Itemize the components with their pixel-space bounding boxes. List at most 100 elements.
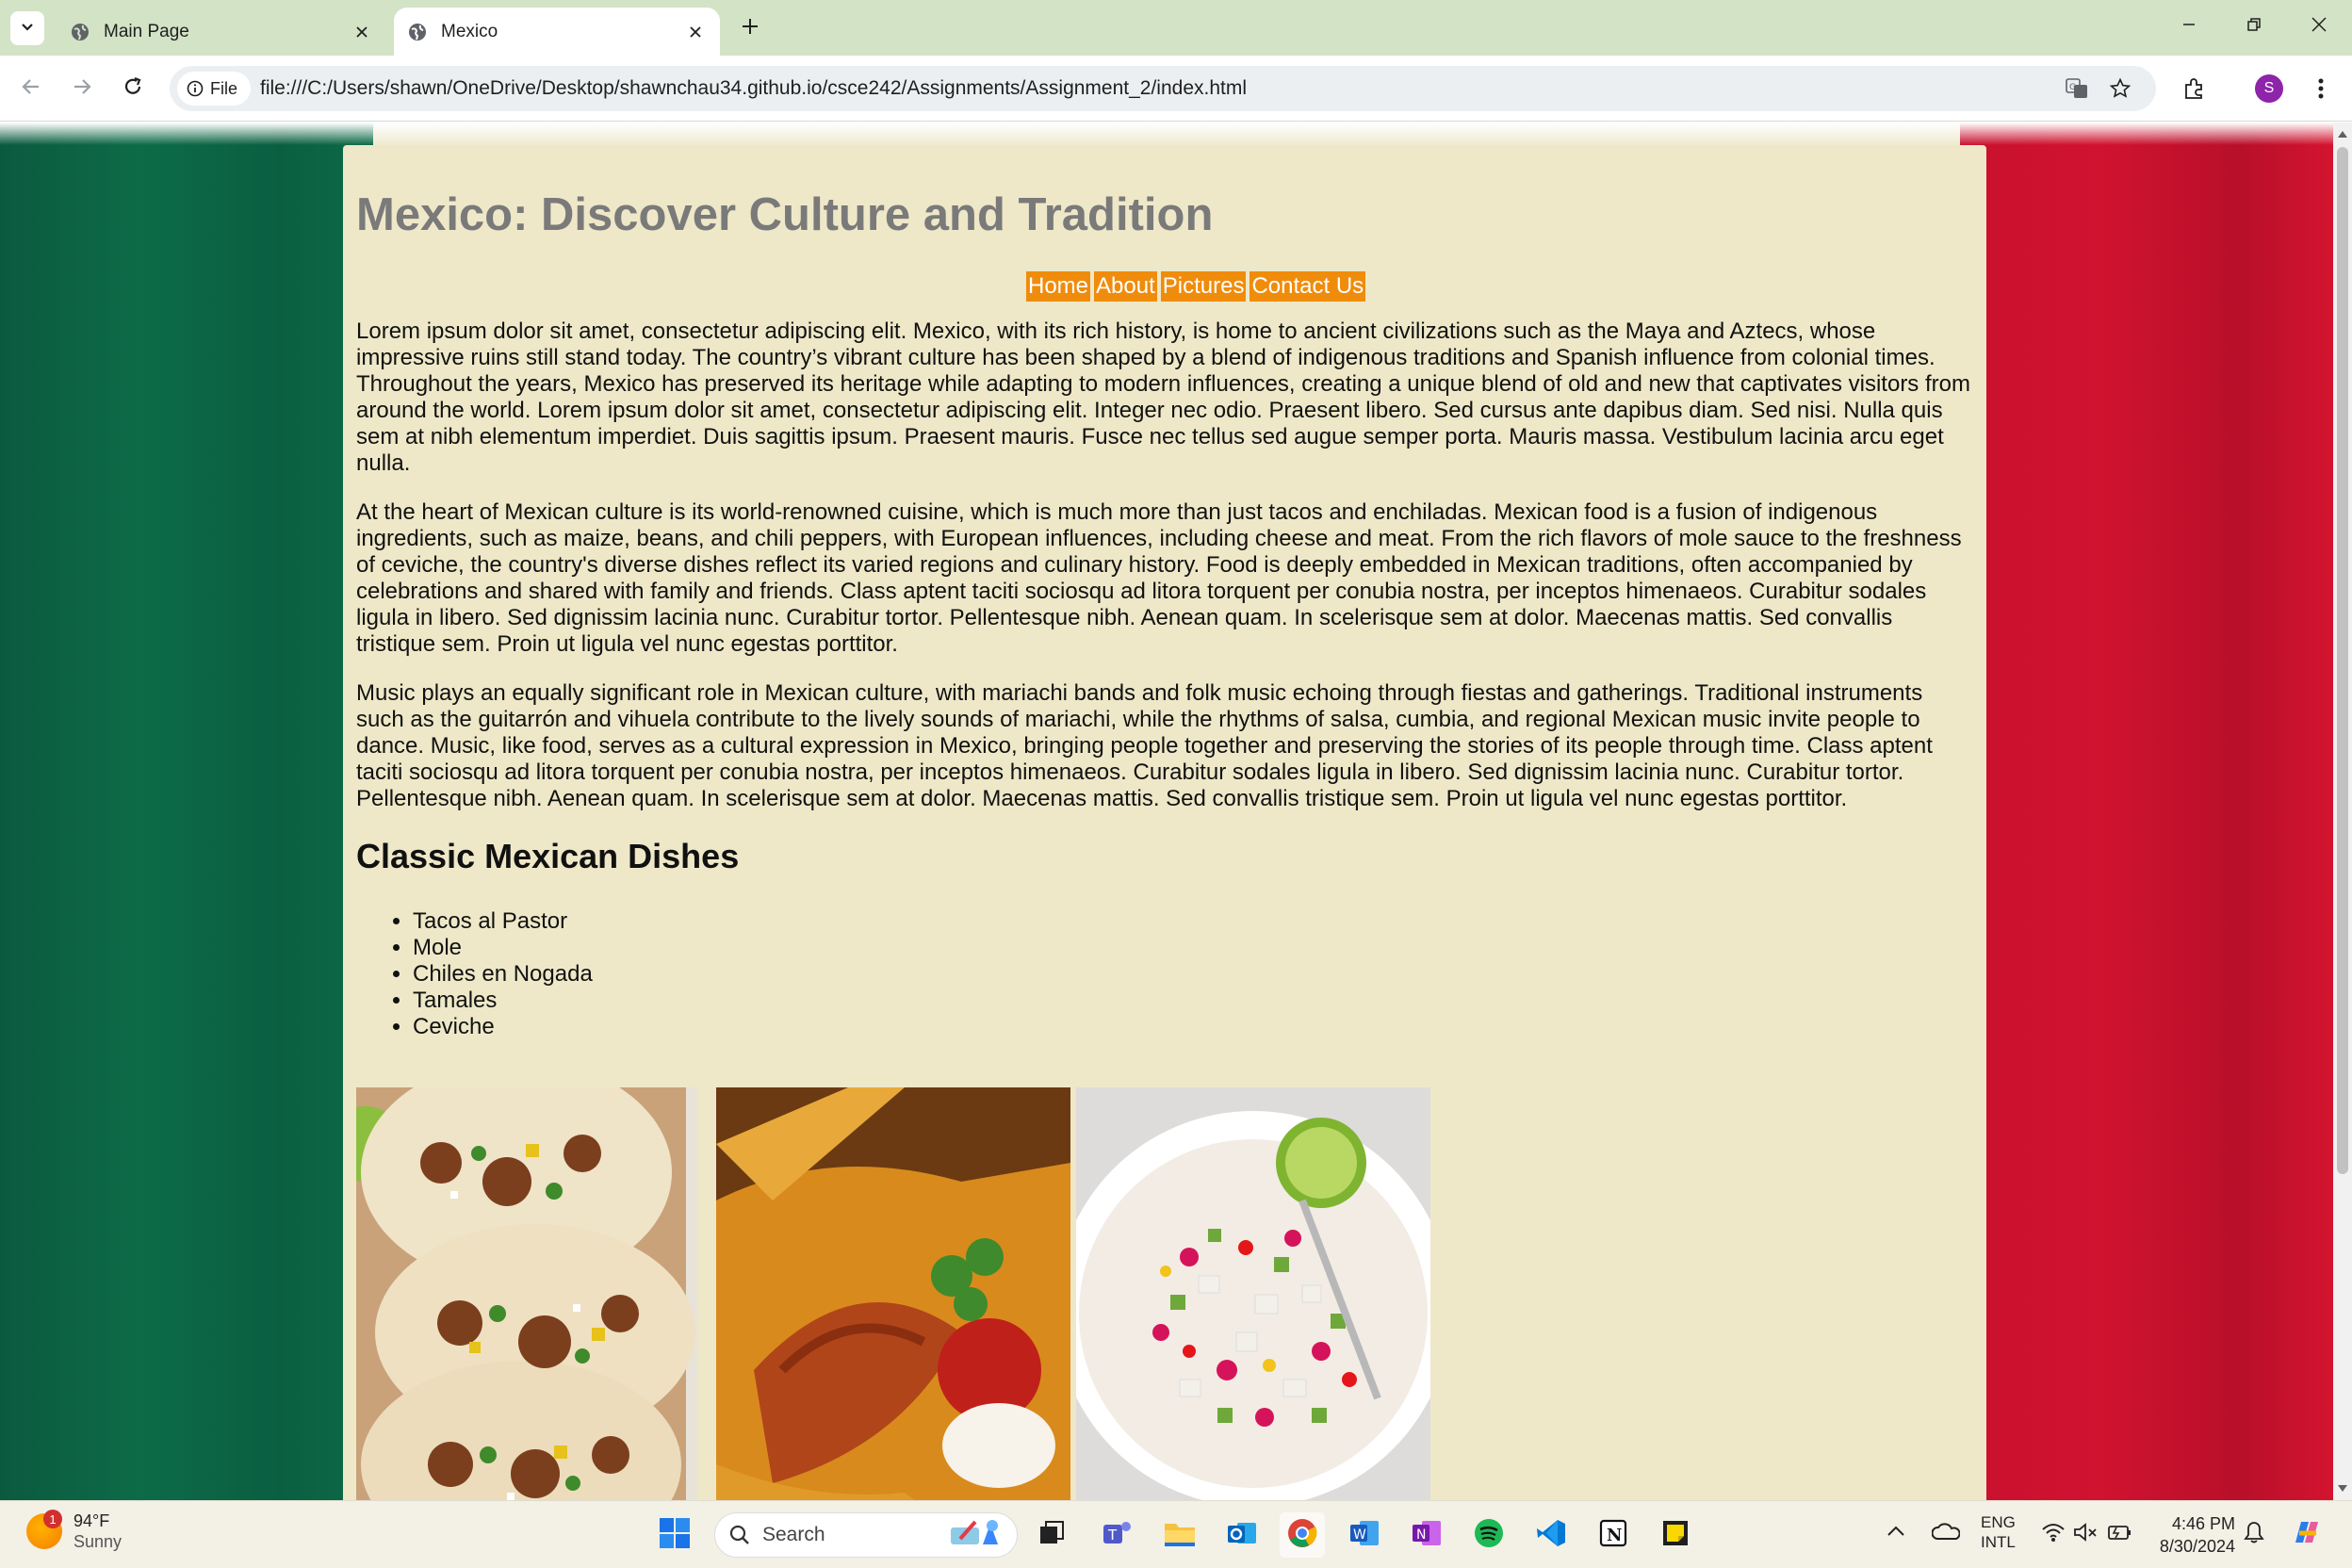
volume-muted-icon[interactable] <box>2073 1522 2098 1547</box>
reload-icon <box>122 76 143 102</box>
notion-icon: N <box>1598 1518 1628 1553</box>
dishes-heading: Classic Mexican Dishes <box>356 837 740 875</box>
translate-icon[interactable]: G <box>2062 74 2092 104</box>
dishes-list: Tacos al Pastor Mole Chiles en Nogada Ta… <box>413 908 593 1040</box>
nav-home-link[interactable]: Home <box>1026 271 1091 302</box>
star-icon[interactable] <box>2105 74 2135 104</box>
nav-about-link[interactable]: About <box>1094 271 1157 302</box>
profile-avatar[interactable]: S <box>2255 74 2283 103</box>
globe-icon <box>407 22 428 42</box>
more-menu-icon[interactable] <box>2304 72 2338 106</box>
weather-temp: 94°F <box>74 1511 110 1530</box>
sun-icon: 1 <box>26 1510 62 1549</box>
lang-top: ENG <box>1981 1513 2016 1531</box>
minimize-icon <box>2181 17 2197 37</box>
url-text: file:///C:/Users/shawn/OneDrive/Desktop/… <box>260 77 1248 99</box>
language-indicator[interactable]: ENG INTL <box>1981 1512 2016 1552</box>
sticky-notes-icon <box>1660 1518 1690 1553</box>
folder-icon <box>1163 1518 1197 1553</box>
clock-date: 8/30/2024 <box>2159 1537 2235 1556</box>
back-button[interactable] <box>13 71 49 106</box>
tab-title: Main Page <box>104 21 189 41</box>
wifi-icon[interactable] <box>2041 1522 2066 1547</box>
close-icon <box>2311 16 2328 38</box>
scroll-thumb[interactable] <box>2337 147 2348 1174</box>
vscode-app[interactable] <box>1528 1512 1574 1558</box>
chevron-up-icon <box>1887 1526 1904 1536</box>
chrome-app[interactable] <box>1280 1512 1325 1558</box>
weather-desc: Sunny <box>74 1532 122 1551</box>
svg-text:T: T <box>1107 1527 1118 1544</box>
minimize-button[interactable] <box>2170 9 2208 43</box>
svg-text:G: G <box>2069 83 2076 92</box>
onedrive-icon[interactable] <box>1931 1522 1961 1545</box>
ceviche-photo <box>1076 1087 1430 1500</box>
list-item: Ceviche <box>413 1014 593 1040</box>
copilot-icon[interactable] <box>2288 1514 2326 1557</box>
taskbar-search[interactable]: Search <box>714 1512 1018 1558</box>
task-view-button[interactable] <box>1029 1512 1074 1558</box>
music-paragraph: Music plays an equally significant role … <box>356 680 1933 811</box>
reload-button[interactable] <box>115 71 151 106</box>
onenote-app[interactable]: N <box>1404 1512 1449 1558</box>
tacos-photo <box>356 1087 697 1500</box>
clock-time: 4:46 PM <box>2171 1514 2235 1533</box>
onenote-icon: N <box>1411 1517 1443 1554</box>
chrome-icon <box>1286 1517 1318 1554</box>
list-item: Tamales <box>413 988 593 1014</box>
word-app[interactable]: W <box>1342 1512 1387 1558</box>
arrow-left-icon <box>21 76 41 102</box>
address-bar[interactable]: File file:///C:/Users/shawn/OneDrive/Des… <box>170 66 2156 111</box>
spotify-app[interactable] <box>1466 1512 1511 1558</box>
teams-icon: T <box>1102 1517 1134 1554</box>
battery-icon[interactable] <box>2107 1522 2133 1547</box>
extensions-icon[interactable] <box>2178 72 2212 106</box>
notion-app[interactable]: N <box>1591 1512 1636 1558</box>
task-view-icon <box>1037 1519 1066 1552</box>
new-tab-button[interactable] <box>735 13 765 43</box>
teams-app[interactable]: T <box>1095 1512 1140 1558</box>
close-icon[interactable] <box>349 19 375 45</box>
site-info-chip[interactable]: File <box>177 72 251 106</box>
word-icon: W <box>1348 1517 1380 1554</box>
tab-mexico[interactable]: Mexico <box>394 8 720 56</box>
page-scrollbar[interactable] <box>2333 122 2352 1500</box>
file-explorer-app[interactable] <box>1157 1512 1202 1558</box>
outlook-icon <box>1226 1517 1258 1554</box>
svg-text:N: N <box>1416 1527 1426 1543</box>
notifications-icon[interactable] <box>2243 1520 2265 1549</box>
weather-widget[interactable]: 1 94°F Sunny <box>26 1510 122 1552</box>
tamales-photo <box>716 1087 1070 1500</box>
spotify-icon <box>1473 1517 1505 1554</box>
lang-bottom: INTL <box>1981 1533 2016 1551</box>
sticky-notes-app[interactable] <box>1653 1512 1698 1558</box>
intro-paragraph: Lorem ipsum dolor sit amet, consectetur … <box>356 318 1970 476</box>
vscode-icon <box>1535 1517 1567 1554</box>
scroll-up-icon[interactable] <box>2337 128 2348 139</box>
nav-pictures-link[interactable]: Pictures <box>1160 271 1247 302</box>
restore-icon <box>2246 17 2262 37</box>
browser-tab-bar: Main Page Mexico <box>0 0 2352 56</box>
tab-title: Mexico <box>441 21 498 41</box>
svg-text:W: W <box>1353 1527 1366 1543</box>
show-hidden-icons[interactable] <box>1886 1522 1905 1542</box>
nav-contact-link[interactable]: Contact Us <box>1250 271 1366 302</box>
windows-icon <box>659 1517 691 1554</box>
notification-badge: 1 <box>43 1510 62 1528</box>
close-window-button[interactable] <box>2300 9 2338 43</box>
chevron-down-icon <box>20 19 35 39</box>
outlook-app[interactable] <box>1219 1512 1265 1558</box>
tab-search-button[interactable] <box>10 11 44 45</box>
tab-main-page[interactable]: Main Page <box>57 8 386 56</box>
scroll-down-icon[interactable] <box>2337 1483 2348 1494</box>
system-clock[interactable]: 4:46 PM 8/30/2024 <box>2145 1512 2235 1558</box>
page-viewport: Mexico: Discover Culture and Tradition H… <box>0 122 2333 1500</box>
restore-button[interactable] <box>2235 9 2273 43</box>
forward-button[interactable] <box>64 71 100 106</box>
browser-toolbar: File file:///C:/Users/shawn/OneDrive/Des… <box>0 56 2352 122</box>
arrow-right-icon <box>72 76 92 102</box>
list-item: Tacos al Pastor <box>413 908 593 935</box>
close-icon[interactable] <box>682 19 709 45</box>
windows-taskbar: 1 94°F Sunny Search T W N N ENG INTL 4:4… <box>0 1500 2352 1568</box>
start-button[interactable] <box>652 1512 697 1558</box>
